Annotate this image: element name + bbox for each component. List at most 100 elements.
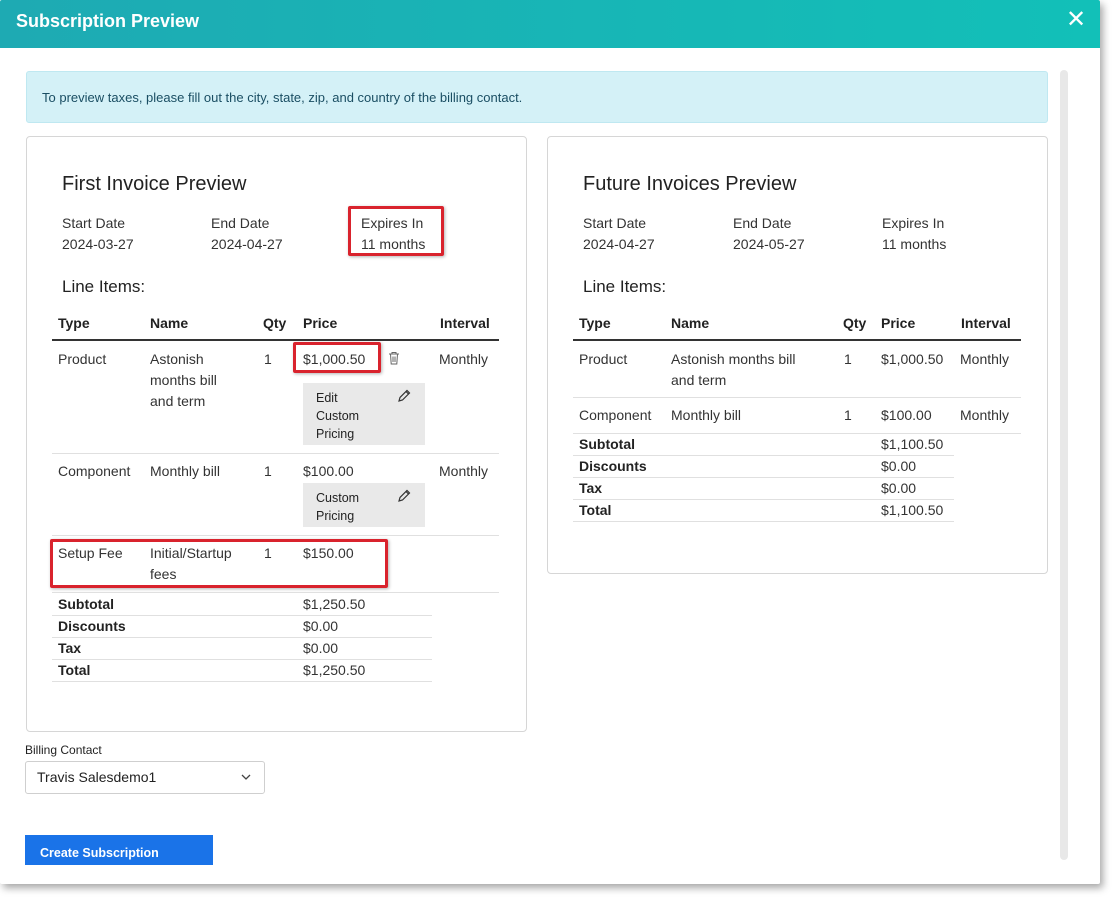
col-interval: Interval xyxy=(440,315,490,331)
row1-type: Product xyxy=(579,351,628,367)
row1-name-line: and term xyxy=(671,372,727,388)
row3-qty: 1 xyxy=(264,545,272,561)
row1-type: Product xyxy=(58,351,107,367)
alert-text: To preview taxes, please fill out the ci… xyxy=(42,90,523,105)
modal-body: To preview taxes, please fill out the ci… xyxy=(0,48,1100,884)
tax-value: $0.00 xyxy=(303,640,339,656)
row2-price: $100.00 xyxy=(303,463,354,479)
total-value: $1,100.50 xyxy=(881,502,944,518)
end-date-label: End Date xyxy=(733,215,792,231)
col-price: Price xyxy=(881,315,916,331)
price-highlight xyxy=(293,342,381,373)
subtotal-value: $1,100.50 xyxy=(881,436,944,452)
col-name: Name xyxy=(150,315,189,331)
custom-pricing-label: Custom Pricing xyxy=(316,489,359,525)
row1-price: $1,000.50 xyxy=(881,351,944,367)
row1-name-line: Astonish xyxy=(150,351,204,367)
total-label: Total xyxy=(58,662,91,678)
row1-interval: Monthly xyxy=(439,351,489,367)
pricing-label-line: Custom xyxy=(316,409,360,423)
row-divider xyxy=(52,535,499,536)
future-invoices-heading: Future Invoices Preview xyxy=(583,173,797,195)
edit-custom-pricing-label: Edit Custom Pricing xyxy=(316,389,359,443)
pricing-label-line: Custom xyxy=(316,491,360,505)
discounts-value: $0.00 xyxy=(303,618,339,634)
total-value: $1,250.50 xyxy=(303,662,366,678)
discounts-value: $0.00 xyxy=(881,458,917,474)
col-qty: Qty xyxy=(843,315,867,331)
row1-name: Astonish months bill and term xyxy=(150,349,217,412)
row-divider xyxy=(573,433,1021,434)
end-date-value: 2024-04-27 xyxy=(211,236,283,252)
total-label: Total xyxy=(579,502,612,518)
billing-contact-select[interactable]: Travis Salesdemo1 xyxy=(25,761,265,794)
row1-name-line: months bill xyxy=(150,372,217,388)
tax-label: Tax xyxy=(579,480,603,496)
scrollbar[interactable] xyxy=(1060,70,1068,860)
pricing-label-line: Pricing xyxy=(316,427,355,441)
row2-type: Component xyxy=(58,463,131,479)
totals-divider xyxy=(52,637,432,638)
billing-contact-value: Travis Salesdemo1 xyxy=(37,769,157,785)
row1-name-line: and term xyxy=(150,393,206,409)
row-divider xyxy=(52,453,499,454)
header-divider xyxy=(573,339,1021,341)
row1-interval: Monthly xyxy=(960,351,1010,367)
modal-title: Subscription Preview xyxy=(16,11,200,31)
line-items-label: Line Items: xyxy=(583,277,667,296)
totals-divider xyxy=(573,521,954,522)
create-subscription-button[interactable]: Create Subscription xyxy=(25,835,213,865)
custom-pricing-button[interactable]: Custom Pricing xyxy=(303,483,425,527)
totals-divider xyxy=(52,659,432,660)
col-type: Type xyxy=(579,315,611,331)
row2-interval: Monthly xyxy=(439,463,489,479)
line-items-label: Line Items: xyxy=(62,277,146,296)
row2-qty: 1 xyxy=(264,463,272,479)
row2-price: $100.00 xyxy=(881,407,932,423)
chevron-down-icon xyxy=(241,774,251,780)
future-invoices-card: Future Invoices Preview Start Date 2024-… xyxy=(547,136,1048,574)
row3-type: Setup Fee xyxy=(58,545,123,561)
row2-type: Component xyxy=(579,407,652,423)
billing-contact-label: Billing Contact xyxy=(25,743,102,757)
row3-name: Initial/Startup fees xyxy=(150,543,232,585)
row2-interval: Monthly xyxy=(960,407,1010,423)
row2-name: Monthly bill xyxy=(150,463,221,479)
discounts-label: Discounts xyxy=(579,458,647,474)
subtotal-label: Subtotal xyxy=(58,596,114,612)
row3-price: $150.00 xyxy=(303,545,354,561)
col-type: Type xyxy=(58,315,90,331)
start-date-label: Start Date xyxy=(62,215,126,231)
end-date-label: End Date xyxy=(211,215,270,231)
expires-in-label: Expires In xyxy=(882,215,945,231)
row1-name-line: Astonish months bill xyxy=(671,351,796,367)
subtotal-value: $1,250.50 xyxy=(303,596,366,612)
first-invoice-heading: First Invoice Preview xyxy=(62,173,247,195)
subtotal-label: Subtotal xyxy=(579,436,635,452)
row3-name-line: fees xyxy=(150,566,177,582)
trash-icon[interactable] xyxy=(388,351,400,365)
pricing-label-line: Pricing xyxy=(316,509,355,523)
expires-in-value: 11 months xyxy=(882,236,947,252)
row-divider xyxy=(573,397,1021,398)
pricing-label-line: Edit xyxy=(316,391,338,405)
row1-qty: 1 xyxy=(844,351,852,367)
edit-custom-pricing-button[interactable]: Edit Custom Pricing xyxy=(303,383,425,445)
close-icon[interactable]: ✕ xyxy=(1066,8,1090,32)
col-price: Price xyxy=(303,315,338,331)
first-invoice-card: First Invoice Preview Start Date 2024-03… xyxy=(26,136,527,732)
row3-name-line: Initial/Startup xyxy=(150,545,232,561)
row1-qty: 1 xyxy=(264,351,272,367)
pencil-icon xyxy=(398,389,411,402)
create-subscription-label: Create Subscription xyxy=(40,846,159,860)
start-date-value: 2024-03-27 xyxy=(62,236,134,252)
modal-header: Subscription Preview ✕ xyxy=(0,0,1100,48)
row2-qty: 1 xyxy=(844,407,852,423)
header-divider xyxy=(52,339,499,341)
discounts-label: Discounts xyxy=(58,618,126,634)
tax-label: Tax xyxy=(58,640,82,656)
expires-highlight xyxy=(348,206,444,256)
col-interval: Interval xyxy=(961,315,1011,331)
totals-divider xyxy=(52,681,432,682)
tax-value: $0.00 xyxy=(881,480,917,496)
